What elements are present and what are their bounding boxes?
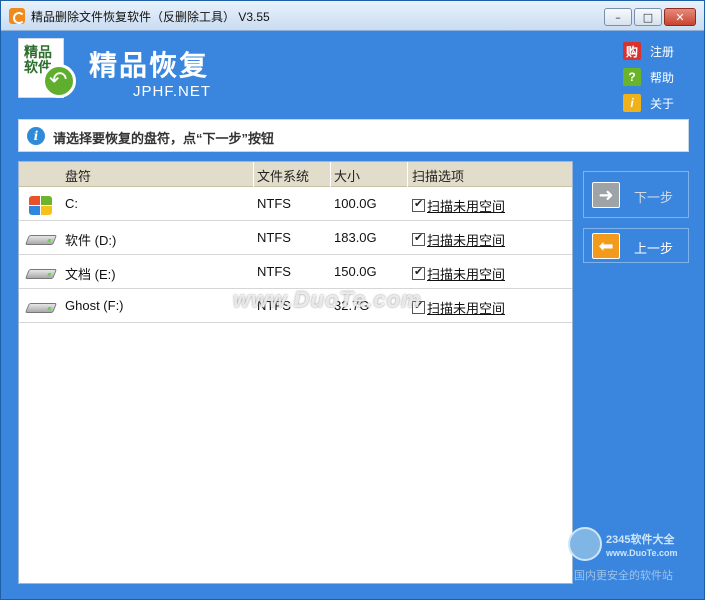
column-header-drive[interactable]: 盘符 [65,166,91,185]
scan-option-label[interactable]: 扫描未用空间 [427,196,505,215]
prev-button-label: 上一步 [634,241,674,256]
hard-drive-icon [24,297,58,317]
checkbox-checked-icon [412,299,425,314]
instruction-bar: i 请选择要恢复的盘符，点“下一步”按钮 [18,119,689,152]
window-controls: – □ ✕ [604,8,696,26]
window-title: 精品删除文件恢复软件（反删除工具） V3.55 [31,10,270,24]
drive-filesystem: NTFS [257,264,291,279]
close-button[interactable]: ✕ [664,8,696,26]
arrow-left-icon: ⬅ [592,233,620,259]
scan-unused-space-checkbox[interactable]: 扫描未用空间 [412,298,505,317]
column-header-filesystem[interactable]: 文件系统 [257,166,309,185]
help-icon: ? [623,68,641,86]
title-bar: 精品删除文件恢复软件（反删除工具） V3.55 – □ ✕ [1,1,704,31]
brand-subtitle: JPHF.NET [133,83,212,100]
instruction-text: 请选择要恢复的盘符，点“下一步”按钮 [53,131,275,146]
brand-title: 精品恢复 [89,50,210,81]
info-icon: i [27,127,45,145]
drive-row-c[interactable]: C: NTFS 100.0G 扫描未用空间 [19,187,572,221]
minimize-button[interactable]: – [604,8,632,26]
site-brand: 2345软件大全 www.DuoTe.com [606,534,678,558]
drive-name: 软件 (D:) [65,233,117,248]
next-button-label: 下一步 [634,190,674,205]
maximize-icon: □ [642,10,654,24]
checkbox-checked-icon [412,231,425,246]
app-icon [9,8,25,24]
help-link[interactable]: ? 帮助 [623,64,674,90]
register-link[interactable]: 购 注册 [623,38,674,64]
drive-filesystem: NTFS [257,230,291,245]
mascot-icon [568,527,602,561]
scan-option-label[interactable]: 扫描未用空间 [427,298,505,317]
drive-name: 文档 (E:) [65,267,116,282]
next-button[interactable]: ➜ 下一步 [583,171,689,218]
register-label: 注册 [650,44,675,59]
drive-size: 183.0G [334,230,377,245]
scan-unused-space-checkbox[interactable]: 扫描未用空间 [412,264,505,283]
cart-icon: 购 [623,42,641,60]
logo-restore-arrow-icon [42,64,76,98]
about-label: 关于 [650,96,675,111]
help-label: 帮助 [650,70,675,85]
drive-filesystem: NTFS [257,196,291,211]
app-window: 精品删除文件恢复软件（反删除工具） V3.55 – □ ✕ 精品软件 精品恢复 … [0,0,705,600]
scan-unused-space-checkbox[interactable]: 扫描未用空间 [412,196,505,215]
drive-name: C: [65,196,78,211]
app-logo: 精品软件 [16,38,78,102]
maximize-button[interactable]: □ [634,8,662,26]
close-icon: ✕ [675,10,685,24]
scan-option-label[interactable]: 扫描未用空间 [427,230,505,249]
hard-drive-icon [24,229,58,249]
drive-list: 盘符 文件系统 大小 扫描选项 C: NTFS 100.0G 扫 [18,161,573,584]
hard-drive-icon [24,263,58,283]
windows-drive-icon [27,195,57,215]
scan-option-label[interactable]: 扫描未用空间 [427,264,505,283]
drive-name: Ghost (F:) [65,298,124,313]
scan-unused-space-checkbox[interactable]: 扫描未用空间 [412,230,505,249]
site-watermark-logo: 2345软件大全 www.DuoTe.com 国内更安全的软件站 [568,523,698,583]
site-slogan: 国内更安全的软件站 [574,570,673,582]
arrow-right-icon: ➜ [592,182,620,208]
drive-row-e[interactable]: 文档 (E:) NTFS 150.0G 扫描未用空间 [19,255,572,289]
drive-size: 100.0G [334,196,377,211]
drive-row-f[interactable]: Ghost (F:) NTFS 32.7G 扫描未用空间 [19,289,572,323]
drive-list-header: 盘符 文件系统 大小 扫描选项 [19,162,572,187]
about-link[interactable]: i 关于 [623,90,674,116]
drive-size: 150.0G [334,264,377,279]
drive-row-d[interactable]: 软件 (D:) NTFS 183.0G 扫描未用空间 [19,221,572,255]
header-links: 购 注册 ? 帮助 i 关于 [623,38,674,116]
checkbox-checked-icon [412,265,425,280]
about-icon: i [623,94,641,112]
minimize-icon: – [615,10,621,24]
drive-size: 32.7G [334,298,370,313]
column-header-scan-options[interactable]: 扫描选项 [412,166,464,185]
column-header-size[interactable]: 大小 [334,166,360,185]
prev-button[interactable]: ⬅ 上一步 [583,228,689,263]
checkbox-checked-icon [412,197,425,212]
drive-filesystem: NTFS [257,298,291,313]
